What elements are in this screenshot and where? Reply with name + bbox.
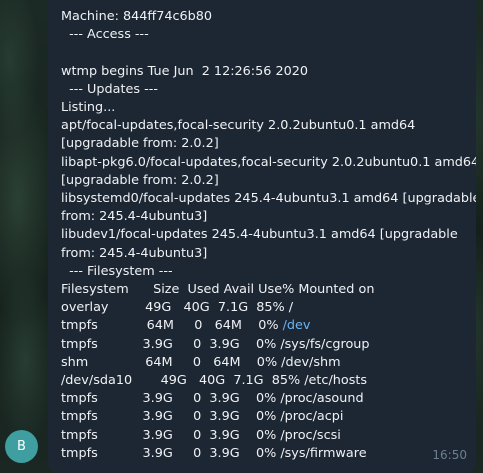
message-line: --- Access --- bbox=[61, 27, 149, 43]
message-text: Machine: 844ff74c6b80 --- Access --- wtm… bbox=[61, 8, 476, 463]
message-line: tmpfs 3.9G 0 3.9G 0% /proc/asound bbox=[61, 391, 364, 407]
message-line: [upgradable from: 2.0.2] bbox=[61, 172, 219, 188]
message-line: [upgradable from: 2.0.2] bbox=[61, 136, 219, 152]
message-line: tmpfs 3.9G 0 3.9G 0% /proc/acpi bbox=[61, 409, 344, 425]
message-line: tmpfs 3.9G 0 3.9G 0% /sys/firmware bbox=[61, 445, 367, 461]
message-line: apt/focal-updates,focal-security 2.0.2ub… bbox=[61, 118, 416, 134]
message-line: overlay 49G 40G 7.1G 85% / bbox=[61, 300, 294, 316]
message-bubble[interactable]: Machine: 844ff74c6b80 --- Access --- wtm… bbox=[48, 0, 476, 473]
message-line: Machine: 844ff74c6b80 bbox=[61, 9, 213, 24]
message-timestamp: 16:50 bbox=[432, 448, 467, 462]
message-line: tmpfs 3.9G 0 3.9G 0% /proc/scsi bbox=[61, 427, 341, 443]
message-line: from: 245.4-4ubuntu3] bbox=[61, 245, 208, 261]
message-line: shm 64M 0 64M 0% /dev/shm bbox=[61, 354, 341, 370]
message-line: libudev1/focal-updates 245.4-4ubuntu3.1 … bbox=[61, 227, 458, 243]
dev-link[interactable]: /dev bbox=[283, 318, 311, 333]
message-line: libapt-pkg6.0/focal-updates,focal-securi… bbox=[61, 154, 476, 170]
message-line: libsystemd0/focal-updates 245.4-4ubuntu3… bbox=[61, 191, 476, 207]
message-line: /dev/sda10 49G 40G 7.1G 85% /etc/hosts bbox=[61, 373, 368, 389]
message-line: tmpfs 3.9G 0 3.9G 0% /sys/fs/cgroup bbox=[61, 336, 370, 352]
message-line: Filesystem Size Used Avail Use% Mounted … bbox=[61, 282, 375, 298]
message-line: tmpfs 64M 0 64M 0% bbox=[61, 318, 283, 334]
message-line: --- Updates --- bbox=[61, 81, 158, 97]
avatar-initial: B bbox=[17, 439, 26, 454]
message-line: from: 245.4-4ubuntu3] bbox=[61, 209, 208, 225]
message-line: wtmp begins Tue Jun 2 12:26:56 2020 bbox=[61, 63, 309, 79]
sender-avatar[interactable]: B bbox=[5, 430, 38, 463]
message-line: Listing... bbox=[61, 100, 116, 116]
message-line: --- Filesystem --- bbox=[61, 263, 173, 279]
